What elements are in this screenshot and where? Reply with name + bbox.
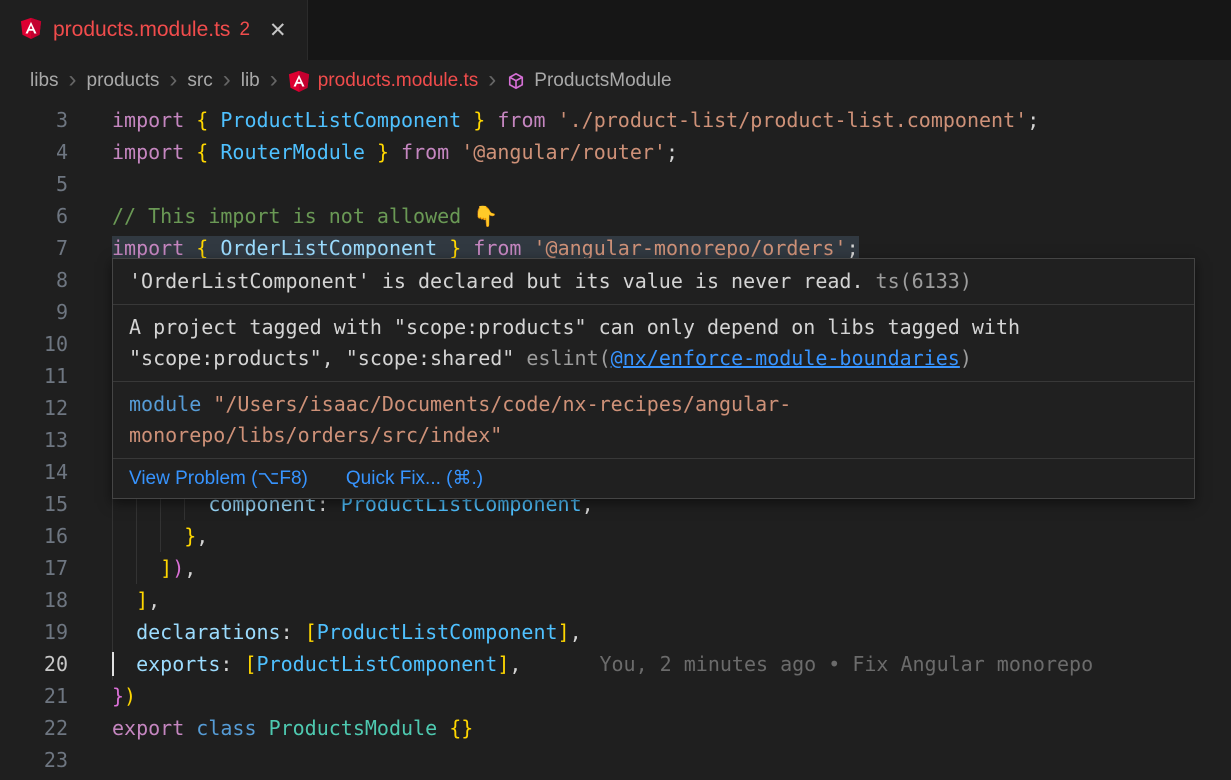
code-line-16[interactable]: 16 }, <box>0 520 1231 552</box>
hover-text: eslint( <box>526 346 610 370</box>
code-line-5[interactable]: 5 <box>0 168 1231 200</box>
code-line-22[interactable]: 22export class ProductsModule {} <box>0 712 1231 744</box>
line-number[interactable]: 12 <box>0 392 68 424</box>
line-number[interactable]: 11 <box>0 360 68 392</box>
breadcrumb-separator: › <box>169 68 177 92</box>
line-number[interactable]: 21 <box>0 680 68 712</box>
code-line-4[interactable]: 4import { RouterModule } from '@angular/… <box>0 136 1231 168</box>
close-icon[interactable]: ✕ <box>269 20 287 41</box>
tab-products-module-ts[interactable]: products.module.ts 2 ✕ <box>0 0 308 60</box>
tab-bar: products.module.ts 2 ✕ <box>0 0 1231 60</box>
code-content: exports: [ProductListComponent],You, 2 m… <box>68 648 1231 680</box>
code-line-18[interactable]: 18 ], <box>0 584 1231 616</box>
code-content: export class ProductsModule {} <box>68 712 1231 744</box>
hover-tooltip: 'OrderListComponent' is declared but its… <box>112 258 1195 499</box>
code-content <box>68 168 1231 200</box>
breadcrumb-item-libs[interactable]: libs <box>30 70 59 92</box>
line-number[interactable]: 16 <box>0 520 68 552</box>
code-content <box>68 744 1231 776</box>
line-number[interactable]: 15 <box>0 488 68 520</box>
breadcrumb-label: src <box>187 70 212 92</box>
module-symbol-icon <box>506 71 526 91</box>
hover-status-bar: View Problem (⌥F8) Quick Fix... (⌘.) <box>113 458 1194 498</box>
hover-text: ts(6133) <box>876 269 972 293</box>
indent-guide <box>112 552 113 584</box>
view-problem-action[interactable]: View Problem (⌥F8) <box>129 467 308 490</box>
line-number[interactable]: 4 <box>0 136 68 168</box>
line-number[interactable]: 8 <box>0 264 68 296</box>
indent-guide <box>136 552 137 584</box>
line-number[interactable]: 10 <box>0 328 68 360</box>
line-number[interactable]: 6 <box>0 200 68 232</box>
editor: 3import { ProductListComponent } from '.… <box>0 102 1231 780</box>
breadcrumb-separator: › <box>488 68 496 92</box>
breadcrumb-label: ProductsModule <box>534 70 671 92</box>
hover-message-1: 'OrderListComponent' is declared but its… <box>113 259 1194 304</box>
breadcrumb-label: products <box>87 70 160 92</box>
breadcrumb-separator: › <box>69 68 77 92</box>
line-number[interactable]: 9 <box>0 296 68 328</box>
hover-text: ) <box>960 346 972 370</box>
code-content: ], <box>68 584 1231 616</box>
breadcrumb-label: libs <box>30 70 59 92</box>
breadcrumb-item-products-module-ts[interactable]: products.module.ts <box>288 69 479 93</box>
breadcrumb-item-productsmodule[interactable]: ProductsModule <box>506 70 671 92</box>
tab-problems-badge: 2 <box>239 19 250 41</box>
text-cursor <box>112 652 114 676</box>
breadcrumb-separator: › <box>270 68 278 92</box>
breadcrumb-item-products[interactable]: products <box>87 70 160 92</box>
line-number[interactable]: 3 <box>0 104 68 136</box>
git-blame-annotation: You, 2 minutes ago • Fix Angular monorep… <box>599 652 1093 676</box>
indent-guide <box>112 584 113 616</box>
error-squiggle-highlight: import { OrderListComponent } from '@ang… <box>112 236 859 260</box>
code-content: import { ProductListComponent } from './… <box>68 104 1231 136</box>
hover-text: module <box>129 392 201 416</box>
line-number[interactable]: 17 <box>0 552 68 584</box>
code-content: ]), <box>68 552 1231 584</box>
line-number[interactable]: 23 <box>0 744 68 776</box>
code-line-17[interactable]: 17 ]), <box>0 552 1231 584</box>
hover-text: "/Users/isaac/Documents/code/nx-recipes/… <box>129 392 791 447</box>
line-number[interactable]: 20 <box>0 648 68 680</box>
code-line-21[interactable]: 21}) <box>0 680 1231 712</box>
code-line-3[interactable]: 3import { ProductListComponent } from '.… <box>0 104 1231 136</box>
hover-message-3: module "/Users/isaac/Documents/code/nx-r… <box>113 381 1194 458</box>
indent-guide <box>112 616 113 648</box>
hover-message-2: A project tagged with "scope:products" c… <box>113 304 1194 381</box>
line-number[interactable]: 7 <box>0 232 68 264</box>
code-content: import { RouterModule } from '@angular/r… <box>68 136 1231 168</box>
breadcrumb-separator: › <box>223 68 231 92</box>
code-content: // This import is not allowed 👇 <box>68 200 1231 232</box>
indent-guide <box>136 520 137 552</box>
tab-title: products.module.ts <box>53 18 230 42</box>
line-number[interactable]: 18 <box>0 584 68 616</box>
breadcrumb-label: lib <box>241 70 260 92</box>
code-content: }, <box>68 520 1231 552</box>
eslint-rule-link[interactable]: @nx/enforce-module-boundaries <box>611 346 960 370</box>
indent-guide <box>112 520 113 552</box>
breadcrumb-item-src[interactable]: src <box>187 70 212 92</box>
angular-icon <box>288 69 310 93</box>
code-content: }) <box>68 680 1231 712</box>
quick-fix-action[interactable]: Quick Fix... (⌘.) <box>346 467 483 490</box>
hover-text: 'OrderListComponent' is declared but its… <box>129 269 876 293</box>
breadcrumb-item-lib[interactable]: lib <box>241 70 260 92</box>
angular-icon <box>20 16 42 45</box>
line-number[interactable]: 22 <box>0 712 68 744</box>
code-content: declarations: [ProductListComponent], <box>68 616 1231 648</box>
line-number[interactable]: 19 <box>0 616 68 648</box>
line-number[interactable]: 14 <box>0 456 68 488</box>
indent-guide <box>160 520 161 552</box>
code-line-19[interactable]: 19 declarations: [ProductListComponent], <box>0 616 1231 648</box>
code-line-20[interactable]: 20 exports: [ProductListComponent],You, … <box>0 648 1231 680</box>
hover-text <box>201 392 213 416</box>
hover-messages: 'OrderListComponent' is declared but its… <box>113 259 1194 458</box>
breadcrumb-label: products.module.ts <box>318 70 479 92</box>
vscode-window: { "tab": { "title": "products.module.ts"… <box>0 0 1231 780</box>
breadcrumb: libs › products › src › lib › products.module.t… <box>0 60 1231 102</box>
code-line-23[interactable]: 23 <box>0 744 1231 776</box>
line-number[interactable]: 13 <box>0 424 68 456</box>
code-line-6[interactable]: 6// This import is not allowed 👇 <box>0 200 1231 232</box>
line-number[interactable]: 5 <box>0 168 68 200</box>
